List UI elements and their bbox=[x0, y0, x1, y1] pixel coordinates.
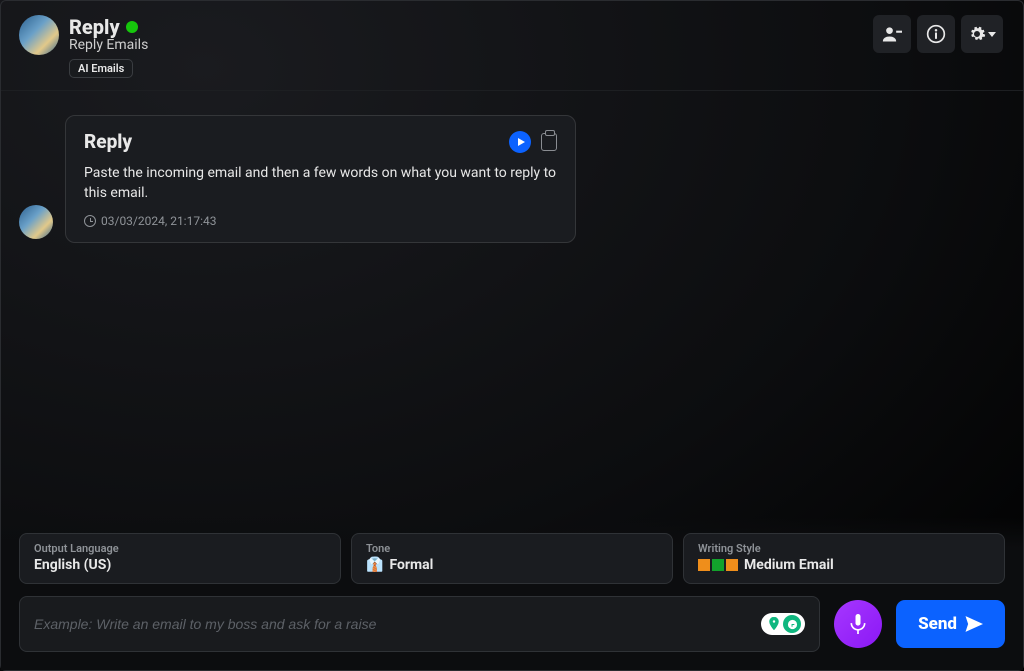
user-minus-button[interactable] bbox=[873, 15, 911, 53]
gear-icon bbox=[968, 25, 986, 43]
message-body: Paste the incoming email and then a few … bbox=[84, 163, 557, 204]
message-title: Reply bbox=[84, 130, 132, 153]
play-button[interactable] bbox=[509, 131, 531, 153]
settings-dropdown-button[interactable] bbox=[961, 15, 1003, 53]
style-select[interactable]: Writing Style Medium Email bbox=[683, 533, 1005, 584]
language-select-label: Output Language bbox=[34, 542, 326, 555]
status-online-icon bbox=[126, 21, 138, 33]
tone-select[interactable]: Tone 👔 Formal bbox=[351, 533, 673, 584]
chat-input[interactable] bbox=[34, 616, 729, 632]
send-button-label: Send bbox=[918, 614, 957, 634]
voice-input-button[interactable] bbox=[834, 600, 882, 648]
style-indicator-icon bbox=[698, 559, 738, 571]
chat-area: Reply Paste the incoming email and then … bbox=[1, 91, 1023, 267]
info-button[interactable] bbox=[917, 15, 955, 53]
clock-icon bbox=[84, 215, 96, 227]
app-header: Reply Reply Emails AI Emails bbox=[1, 1, 1023, 91]
header-text: Reply Reply Emails AI Emails bbox=[69, 15, 873, 78]
message-avatar bbox=[19, 205, 53, 239]
grammarly-icon bbox=[783, 615, 801, 633]
chat-input-container[interactable] bbox=[19, 596, 820, 652]
page-title: Reply bbox=[69, 15, 120, 39]
pin-icon bbox=[765, 615, 783, 633]
send-icon bbox=[965, 616, 983, 632]
copy-button[interactable] bbox=[541, 133, 557, 151]
user-minus-icon bbox=[882, 26, 902, 42]
message-card: Reply Paste the incoming email and then … bbox=[65, 115, 576, 243]
chevron-down-icon bbox=[988, 32, 996, 37]
message-row: Reply Paste the incoming email and then … bbox=[19, 115, 1005, 243]
tone-select-value: Formal bbox=[389, 557, 433, 573]
message-timestamp: 03/03/2024, 21:17:43 bbox=[84, 214, 557, 228]
ai-badge: AI Emails bbox=[69, 59, 133, 78]
header-avatar bbox=[19, 15, 59, 55]
tone-select-label: Tone bbox=[366, 542, 658, 555]
style-select-value: Medium Email bbox=[744, 557, 834, 573]
info-icon bbox=[926, 24, 946, 44]
microphone-icon bbox=[848, 612, 868, 636]
grammarly-widget[interactable] bbox=[761, 613, 805, 635]
composer-bar: Output Language English (US) Tone 👔 Form… bbox=[1, 517, 1023, 670]
language-select[interactable]: Output Language English (US) bbox=[19, 533, 341, 584]
timestamp-text: 03/03/2024, 21:17:43 bbox=[101, 214, 216, 228]
tone-emoji-icon: 👔 bbox=[366, 557, 383, 573]
language-select-value: English (US) bbox=[34, 557, 326, 573]
send-button[interactable]: Send bbox=[896, 600, 1005, 648]
style-select-label: Writing Style bbox=[698, 542, 990, 555]
page-subtitle: Reply Emails bbox=[69, 37, 873, 53]
